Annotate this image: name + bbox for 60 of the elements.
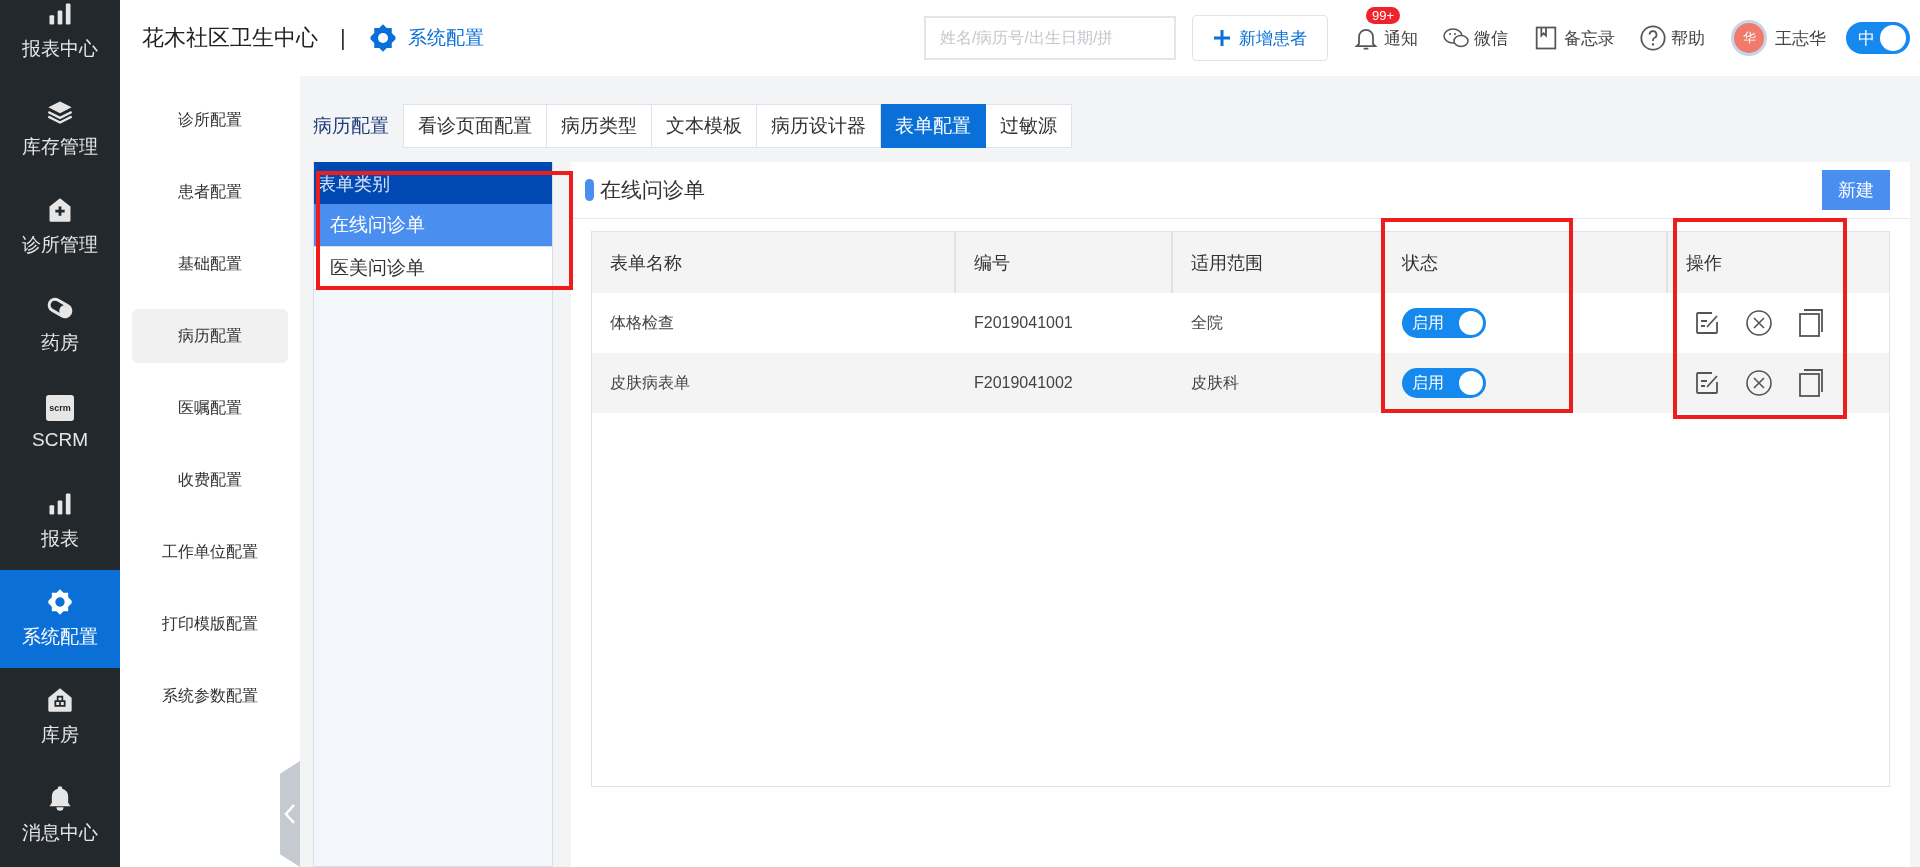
user-name[interactable]: 王志华 [1775,26,1826,50]
nav-item[interactable]: 库存管理 [0,80,120,178]
plus-icon [1213,29,1231,47]
column-header: 适用范围 [1173,232,1384,293]
column-header: 表单名称 [592,232,956,293]
nav-item[interactable]: 消息中心 [0,766,120,864]
settings-menu-item[interactable]: 诊所配置 [132,93,288,147]
nav-item[interactable]: 报表 [0,472,120,570]
cancel-icon[interactable] [1744,308,1774,338]
cancel-icon[interactable] [1744,368,1774,398]
settings-menu-item[interactable]: 基础配置 [132,237,288,291]
nav-item[interactable]: 诊所管理 [0,178,120,276]
table-cell: F2019041002 [956,353,1173,413]
help-icon [1639,23,1667,53]
language-toggle[interactable]: 中 [1846,22,1910,54]
column-header: 编号 [956,232,1173,293]
column-header: 操作 [1668,232,1889,293]
clinic-name: 花木社区卫生中心 [142,24,318,52]
settings-menu-item[interactable]: 工作单位配置 [132,525,288,579]
settings-menu-item[interactable]: 病历配置 [132,309,288,363]
tab[interactable]: 看诊页面配置 [403,104,547,148]
copy-icon[interactable] [1796,368,1826,398]
column-header: 状态 [1384,232,1668,293]
table-cell: 皮肤科 [1173,353,1384,413]
scrm-icon: scrm [46,395,74,421]
module-title: 系统配置 [407,26,484,50]
warehouse-icon [46,686,74,714]
settings-menu-item[interactable]: 医嘱配置 [132,381,288,435]
table-cell: 皮肤病表单 [592,353,956,413]
header-action[interactable]: 备忘录 [1532,23,1615,53]
tab[interactable]: 过敏源 [986,104,1072,148]
tab[interactable]: 表单配置 [881,104,986,148]
title-separator: | [340,25,346,51]
nav-item[interactable]: scrm SCRM [0,374,120,472]
settings-menu-item[interactable]: 打印模版配置 [132,597,288,651]
tab[interactable]: 文本模板 [652,104,757,148]
settings-menu-item[interactable]: 收费配置 [132,453,288,507]
settings-icon [46,588,74,616]
title-marker [585,179,594,201]
settings-menu-item[interactable]: 系统参数配置 [132,669,288,723]
nav-item[interactable]: 报表中心 [0,0,120,80]
header-action[interactable]: 通知 [1352,23,1418,53]
card-title: 在线问诊单 [600,177,705,203]
nav-item[interactable]: 药房 [0,276,120,374]
notification-badge: 99+ [1366,7,1401,24]
settings-menu-item[interactable]: 患者配置 [132,165,288,219]
tab[interactable]: 病历类型 [547,104,652,148]
tab[interactable]: 病历设计器 [757,104,881,148]
status-toggle[interactable]: 启用 [1402,308,1486,338]
header-action[interactable]: 微信 [1442,23,1508,53]
copy-icon[interactable] [1796,308,1826,338]
collapse-handle[interactable] [280,761,300,867]
search-field[interactable]: 姓名/病历号/出生日期/拼 [924,16,1176,60]
nav-item[interactable]: 系统配置 [0,570,120,668]
section-label: 病历配置 [313,114,389,138]
new-patient-button[interactable]: 新增患者 [1192,15,1328,61]
nav-item[interactable]: 库房 [0,668,120,766]
header-action[interactable]: 帮助 [1639,23,1705,53]
house-plus-icon [46,196,74,224]
status-toggle[interactable]: 启用 [1402,368,1486,398]
